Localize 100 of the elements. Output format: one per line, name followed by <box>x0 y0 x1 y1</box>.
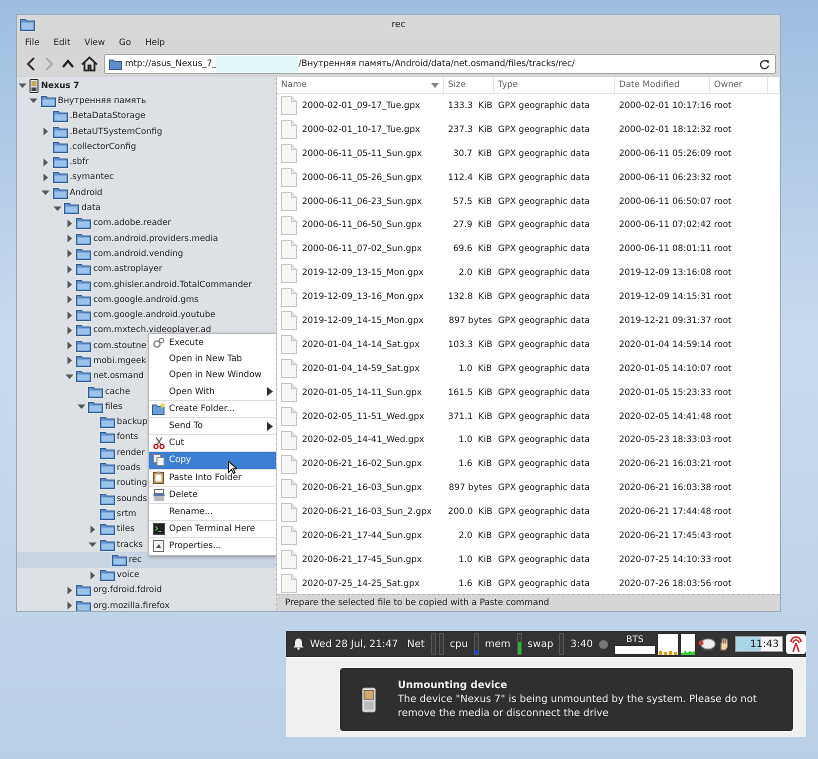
monitor-label: swap <box>528 638 554 650</box>
file-owner: root <box>714 220 732 230</box>
file-type: GPX geographic data <box>498 316 590 326</box>
folder-icon <box>112 554 127 566</box>
tree-item[interactable]: org.mozilla.firefox <box>17 598 276 611</box>
file-name[interactable]: 2020-06-21_16-02_Sun.gpx <box>302 459 422 470</box>
folder-icon <box>76 232 92 245</box>
hand-icon[interactable] <box>718 638 729 650</box>
file-icon <box>281 120 297 140</box>
date-modified: 2020-06-21 17:44:48 <box>619 507 712 518</box>
bts-bar <box>614 646 655 654</box>
tree-item[interactable]: .BetaDataStorage <box>17 108 276 124</box>
tree-item[interactable]: com.google.android.youtube <box>17 307 276 323</box>
tree-item[interactable]: com.adobe.reader <box>17 216 276 231</box>
file-size: 69.6 KiB <box>453 244 492 254</box>
monitor-label: mem <box>484 638 511 650</box>
file-owner: root <box>714 268 732 278</box>
bell-icon[interactable] <box>293 638 304 650</box>
menu-item[interactable]: Open in New Window <box>149 367 276 384</box>
file-icon <box>281 359 297 378</box>
tree-item[interactable]: Внутренняя память <box>17 93 276 109</box>
file-name[interactable]: 2019-12-09_13-16_Mon.gpx <box>302 292 424 302</box>
file-owner: root <box>714 172 732 183</box>
column-header[interactable]: Name <box>277 77 444 93</box>
column-header[interactable]: Owner <box>710 77 768 93</box>
address-text: /Внутренняя память/Android/data/net.osmand/files/tracks/rec/ <box>298 59 575 69</box>
file-icon <box>281 430 297 450</box>
file-name[interactable]: 2000-06-11_05-11_Sun.gpx <box>302 148 422 159</box>
date-modified: 2020-01-05 14:10:07 <box>619 364 712 374</box>
tree-item[interactable]: .sbfr <box>17 154 276 170</box>
date-modified: 2019-12-09 14:15:31 <box>619 292 712 302</box>
file-name[interactable]: 2000-02-01_10-17_Tue.gpx <box>302 124 420 135</box>
expanded-arrow-icon[interactable] <box>64 372 74 381</box>
menu-item[interactable]: Go <box>119 38 132 48</box>
file-owner: root <box>714 124 732 135</box>
tree-item[interactable]: data <box>17 200 276 216</box>
file-type: GPX geographic data <box>498 340 590 350</box>
collapsed-arrow-icon[interactable] <box>88 570 98 580</box>
file-name[interactable]: 2000-02-01_09-17_Tue.gpx <box>302 100 420 111</box>
home-button[interactable] <box>79 54 100 74</box>
menu-item[interactable]: View <box>84 38 105 48</box>
folder-icon <box>76 294 92 306</box>
file-type: GPX geographic data <box>498 554 590 565</box>
address-field[interactable]: mtp://asus_Nexus_7_ /Внутренняя память/Android/data/net.osmand/files/tracks/rec/ <box>104 54 776 74</box>
column-header[interactable]: Date Modified <box>615 77 710 93</box>
tree-item[interactable]: com.android.providers.media <box>17 230 276 246</box>
file-name[interactable]: 2020-06-21_16-03_Sun_2.gpx <box>302 507 432 518</box>
file-name[interactable]: 2020-06-21_17-44_Sun.gpx <box>302 530 422 541</box>
file-name[interactable]: 2000-06-11_06-23_Sun.gpx <box>302 196 422 206</box>
date-time[interactable]: Wed 28 Jul, 21:47 <box>310 638 398 650</box>
file-name[interactable]: 2020-01-04_14-14_Sat.gpx <box>302 340 420 350</box>
column-header[interactable]: Type <box>494 77 615 93</box>
tree-item[interactable]: Nexus 7 <box>17 78 276 94</box>
tree-item[interactable]: .symantec <box>17 170 276 186</box>
chevron-right-icon <box>43 56 55 72</box>
tree-item[interactable]: Android <box>17 185 276 200</box>
menu-item[interactable]: Open in New Tab <box>149 351 276 368</box>
submenu-arrow-icon <box>267 387 273 396</box>
file-name[interactable]: 2019-12-09_13-15_Mon.gpx <box>302 268 424 278</box>
submenu-arrow-icon <box>267 422 273 431</box>
tree-item[interactable]: com.android.vending <box>17 246 276 262</box>
file-name[interactable]: 2020-06-21_16-03_Sun.gpx <box>302 483 422 494</box>
tree-item[interactable]: com.ghisler.android.TotalCommander <box>17 276 276 292</box>
timer-display[interactable]: 11:43 <box>734 636 783 652</box>
file-type: GPX geographic data <box>498 483 590 494</box>
tree-item[interactable]: .BetaUTSystemConfig <box>17 124 276 140</box>
menu-item[interactable]: File <box>25 38 40 48</box>
collapsed-arrow-icon[interactable] <box>41 127 50 136</box>
file-type: GPX geographic data <box>498 268 590 278</box>
folder-icon <box>52 186 68 199</box>
file-size: 27.9 KiB <box>453 220 492 230</box>
column-header[interactable]: Size <box>444 77 494 93</box>
file-name[interactable]: 2020-02-05_14-41_Wed.gpx <box>302 435 424 446</box>
file-size: 1.0 KiB <box>458 435 492 446</box>
file-name[interactable]: 2020-07-25_14-25_Sat.gpx <box>302 578 420 589</box>
tree-item[interactable]: .collectorConfig <box>17 139 276 154</box>
menu-item[interactable]: Edit <box>54 38 70 48</box>
date-modified: 2000-06-11 06:23:32 <box>619 172 712 183</box>
file-name[interactable]: 2020-01-05_14-11_Sun.gpx <box>302 388 422 398</box>
file-name[interactable]: 2020-06-21_17-45_Sun.gpx <box>302 554 422 565</box>
tree-item[interactable]: com.astroplayer <box>17 262 276 277</box>
tree-item[interactable]: voice <box>17 568 276 583</box>
file-name[interactable]: 2000-06-11_06-50_Sun.gpx <box>302 220 422 230</box>
tree-item[interactable]: org.fdroid.fdroid <box>17 582 276 598</box>
file-name[interactable]: 2020-02-05_11-51_Wed.gpx <box>302 412 424 422</box>
reload-icon[interactable] <box>759 58 770 70</box>
collapsed-arrow-icon[interactable] <box>88 524 98 534</box>
file-owner: root <box>714 292 732 302</box>
menu-item[interactable]: Help <box>145 38 165 48</box>
file-name[interactable]: 2000-06-11_05-26_Sun.gpx <box>302 172 422 183</box>
tree-item[interactable]: com.google.android.gms <box>17 292 276 308</box>
file-name[interactable]: 2000-06-11_07-02_Sun.gpx <box>302 244 422 254</box>
file-size: 1.6 KiB <box>458 578 492 589</box>
file-name[interactable]: 2019-12-09_14-15_Mon.gpx <box>302 316 424 326</box>
menu-item[interactable]: Open With <box>149 384 276 400</box>
menu-item[interactable]: Copy <box>149 451 276 468</box>
expanded-arrow-icon[interactable] <box>88 540 98 550</box>
antenna-icon[interactable] <box>786 634 806 654</box>
file-name[interactable]: 2020-01-04_14-59_Sat.gpx <box>302 364 420 374</box>
expanded-arrow-icon[interactable] <box>76 402 86 412</box>
